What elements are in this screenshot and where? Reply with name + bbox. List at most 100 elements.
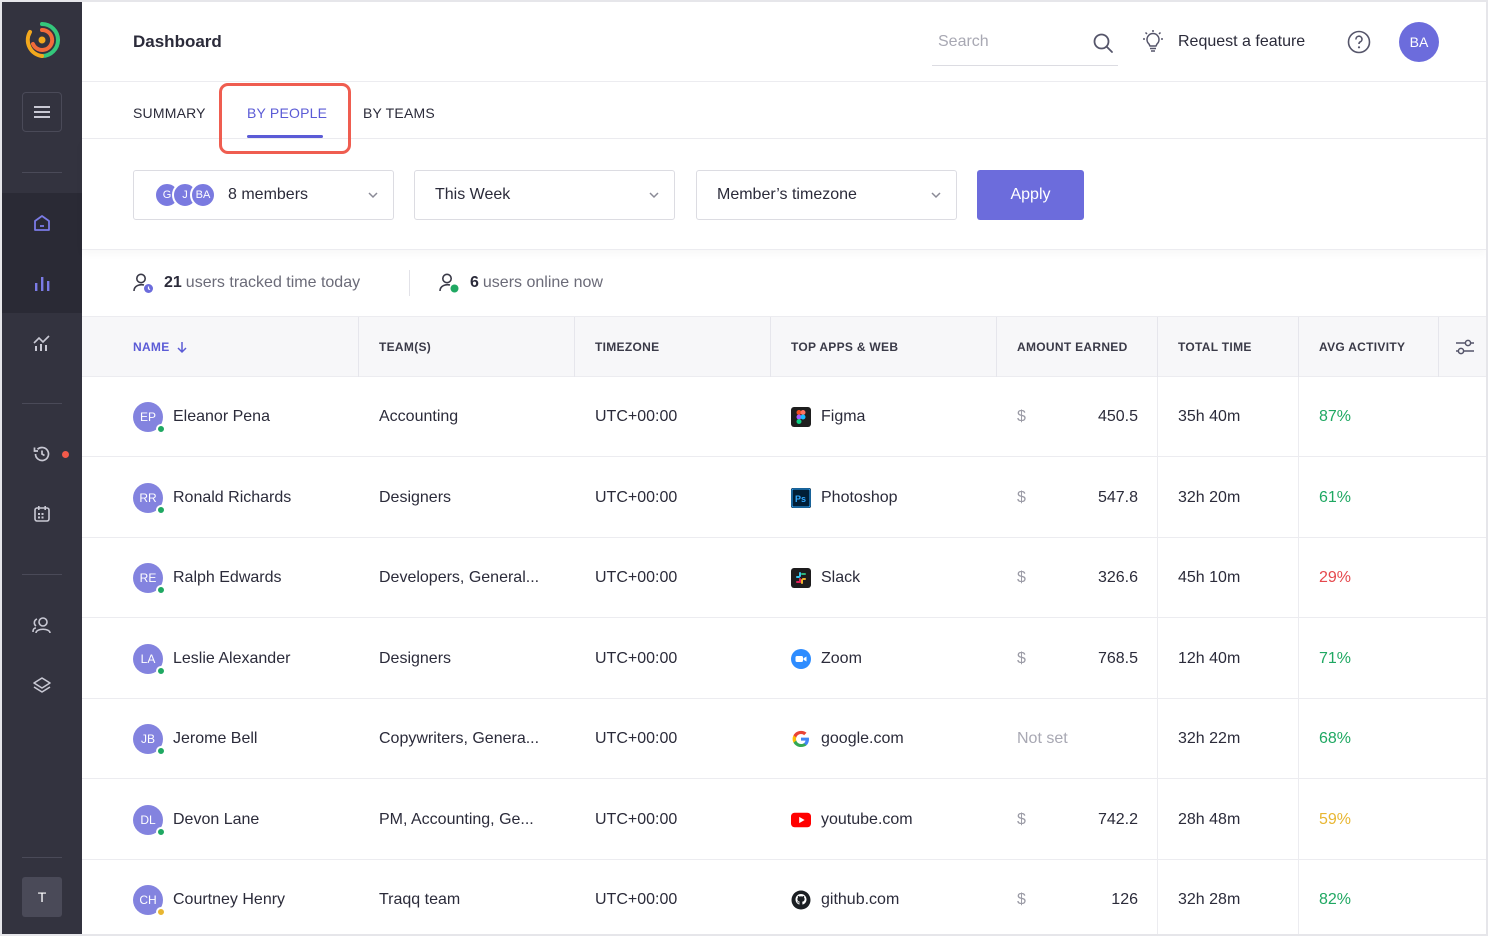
app-name: Zoom bbox=[821, 649, 862, 667]
amount-cell: $ 768.5 bbox=[1017, 619, 1138, 699]
column-header-top-apps[interactable]: TOP APPS & WEB bbox=[791, 317, 898, 377]
hamburger-icon bbox=[34, 106, 50, 118]
amount-cell: $ 547.8 bbox=[1017, 458, 1138, 538]
column-header-timezone[interactable]: TIMEZONE bbox=[595, 317, 659, 377]
user-online-icon bbox=[439, 273, 459, 293]
name-cell: EP Eleanor Pena bbox=[133, 377, 270, 457]
timezone-cell: UTC+00:00 bbox=[595, 810, 678, 828]
search-input[interactable] bbox=[938, 30, 1088, 54]
table-row[interactable]: EP Eleanor Pena Accounting UTC+00:00 Fig… bbox=[82, 377, 1486, 457]
amount-value: Not set bbox=[1017, 730, 1068, 747]
top-app-cell[interactable]: youtube.com bbox=[791, 780, 913, 860]
total-time-cell: 28h 48m bbox=[1178, 810, 1241, 828]
member-name[interactable]: Ronald Richards bbox=[173, 489, 291, 507]
top-app-cell[interactable]: Ps Photoshop bbox=[791, 458, 898, 538]
view-tabs: SUMMARY BY PEOPLE BY TEAMS bbox=[82, 82, 1486, 154]
member-name[interactable]: Leslie Alexander bbox=[173, 650, 290, 668]
top-app-cell[interactable]: Figma bbox=[791, 377, 865, 457]
bar-chart-icon bbox=[35, 277, 50, 291]
activity-cell: 87% bbox=[1319, 408, 1352, 425]
avatar-initials: LA bbox=[140, 651, 156, 666]
column-divider bbox=[996, 317, 997, 377]
online-text: users online now bbox=[482, 274, 603, 291]
amount-cell: $ 742.2 bbox=[1017, 780, 1138, 860]
request-feature-button[interactable]: Request a feature bbox=[1140, 26, 1305, 58]
member-name[interactable]: Jerome Bell bbox=[173, 730, 257, 748]
apply-button[interactable]: Apply bbox=[977, 170, 1084, 220]
member-name[interactable]: Eleanor Pena bbox=[173, 408, 270, 426]
member-name[interactable]: Ralph Edwards bbox=[173, 569, 282, 587]
column-header-name[interactable]: NAME bbox=[133, 317, 188, 377]
sidebar-item-dashboard[interactable] bbox=[2, 253, 82, 313]
currency-symbol: $ bbox=[1017, 569, 1026, 586]
column-settings-button[interactable] bbox=[1454, 317, 1476, 377]
member-name[interactable]: Courtney Henry bbox=[173, 891, 285, 909]
table-row[interactable]: DL Devon Lane PM, Accounting, Ge... UTC+… bbox=[82, 780, 1486, 860]
timezone-select[interactable]: Member’s timezone bbox=[696, 170, 957, 220]
avatar[interactable]: RE bbox=[133, 563, 166, 595]
sidebar-item-home[interactable] bbox=[2, 193, 82, 253]
amount-cell: $ 326.6 bbox=[1017, 538, 1138, 618]
period-select-value: This Week bbox=[435, 186, 511, 203]
app-logo[interactable] bbox=[22, 20, 62, 60]
top-app-cell[interactable]: Slack bbox=[791, 538, 860, 618]
column-divider bbox=[1157, 317, 1158, 377]
tab-by-teams[interactable]: BY TEAMS bbox=[363, 105, 435, 121]
table-row[interactable]: RE Ralph Edwards Developers, General... … bbox=[82, 538, 1486, 618]
trend-chart-icon bbox=[33, 335, 50, 351]
amount-value: 450.5 bbox=[1097, 408, 1138, 425]
app-name: google.com bbox=[821, 730, 904, 747]
table-row[interactable]: LA Leslie Alexander Designers UTC+00:00 … bbox=[82, 619, 1486, 699]
workspace-avatar[interactable]: T bbox=[22, 877, 62, 917]
column-header-avg-activity[interactable]: AVG ACTIVITY bbox=[1319, 317, 1405, 377]
top-app-cell[interactable]: google.com bbox=[791, 699, 904, 779]
sidebar: T bbox=[2, 2, 82, 934]
table-row[interactable]: JB Jerome Bell Copywriters, Genera... UT… bbox=[82, 699, 1486, 779]
amount-value: 547.8 bbox=[1097, 488, 1138, 506]
avatar[interactable]: EP bbox=[133, 402, 166, 434]
app-name: github.com bbox=[821, 891, 900, 908]
tab-summary[interactable]: SUMMARY bbox=[133, 105, 206, 121]
user-avatar[interactable]: BA bbox=[1399, 22, 1439, 62]
period-select[interactable]: This Week bbox=[414, 170, 675, 220]
sidebar-item-people[interactable] bbox=[2, 595, 82, 655]
amount-value: 126 bbox=[1111, 891, 1138, 908]
sidebar-item-projects[interactable] bbox=[2, 655, 82, 715]
top-app-cell[interactable]: Zoom bbox=[791, 619, 862, 699]
github-icon bbox=[791, 890, 811, 910]
currency-symbol: $ bbox=[1017, 488, 1026, 506]
timezone-cell: UTC+00:00 bbox=[595, 408, 678, 425]
avatar[interactable]: RR bbox=[133, 482, 166, 515]
user-clock-icon bbox=[133, 273, 153, 293]
table-row[interactable]: CH Courtney Henry Traqq team UTC+00:00 g… bbox=[82, 860, 1486, 934]
top-app-cell[interactable]: github.com bbox=[791, 860, 900, 934]
activity-cell: 68% bbox=[1319, 730, 1352, 747]
amount-cell: $ 126 bbox=[1017, 860, 1138, 934]
online-count: 6 bbox=[470, 274, 479, 291]
avatar[interactable]: LA bbox=[133, 643, 166, 676]
column-header-total-time[interactable]: TOTAL TIME bbox=[1178, 317, 1252, 377]
column-header-amount[interactable]: AMOUNT EARNED bbox=[1017, 317, 1128, 377]
sidebar-item-history[interactable] bbox=[2, 424, 82, 484]
members-select-value: 8 members bbox=[228, 186, 309, 203]
teams-cell: Designers bbox=[379, 488, 452, 506]
help-icon[interactable] bbox=[1347, 30, 1371, 54]
column-header-teams[interactable]: TEAM(S) bbox=[379, 317, 431, 377]
timezone-cell: UTC+00:00 bbox=[595, 649, 678, 667]
members-select[interactable]: G J BA 8 members bbox=[133, 170, 394, 220]
table-row[interactable]: RR Ronald Richards Designers UTC+00:00 P… bbox=[82, 458, 1486, 538]
app-frame: T Dashboard Request a feature BA SUMMARY… bbox=[0, 0, 1488, 936]
avatar[interactable]: CH bbox=[133, 885, 166, 917]
amount-cell: $ 450.5 bbox=[1017, 377, 1138, 457]
avatar-initials: CH bbox=[139, 893, 157, 907]
activity-cell: 59% bbox=[1319, 810, 1352, 828]
sidebar-item-reports[interactable] bbox=[2, 313, 82, 373]
search-icon[interactable] bbox=[1092, 32, 1114, 54]
request-feature-label: Request a feature bbox=[1178, 33, 1306, 50]
avatar[interactable]: JB bbox=[133, 724, 166, 756]
menu-toggle-button[interactable] bbox=[22, 92, 62, 132]
member-name[interactable]: Devon Lane bbox=[173, 811, 259, 829]
search-box[interactable] bbox=[932, 20, 1118, 66]
avatar[interactable]: DL bbox=[133, 804, 166, 837]
sidebar-item-calendar[interactable] bbox=[2, 484, 82, 544]
